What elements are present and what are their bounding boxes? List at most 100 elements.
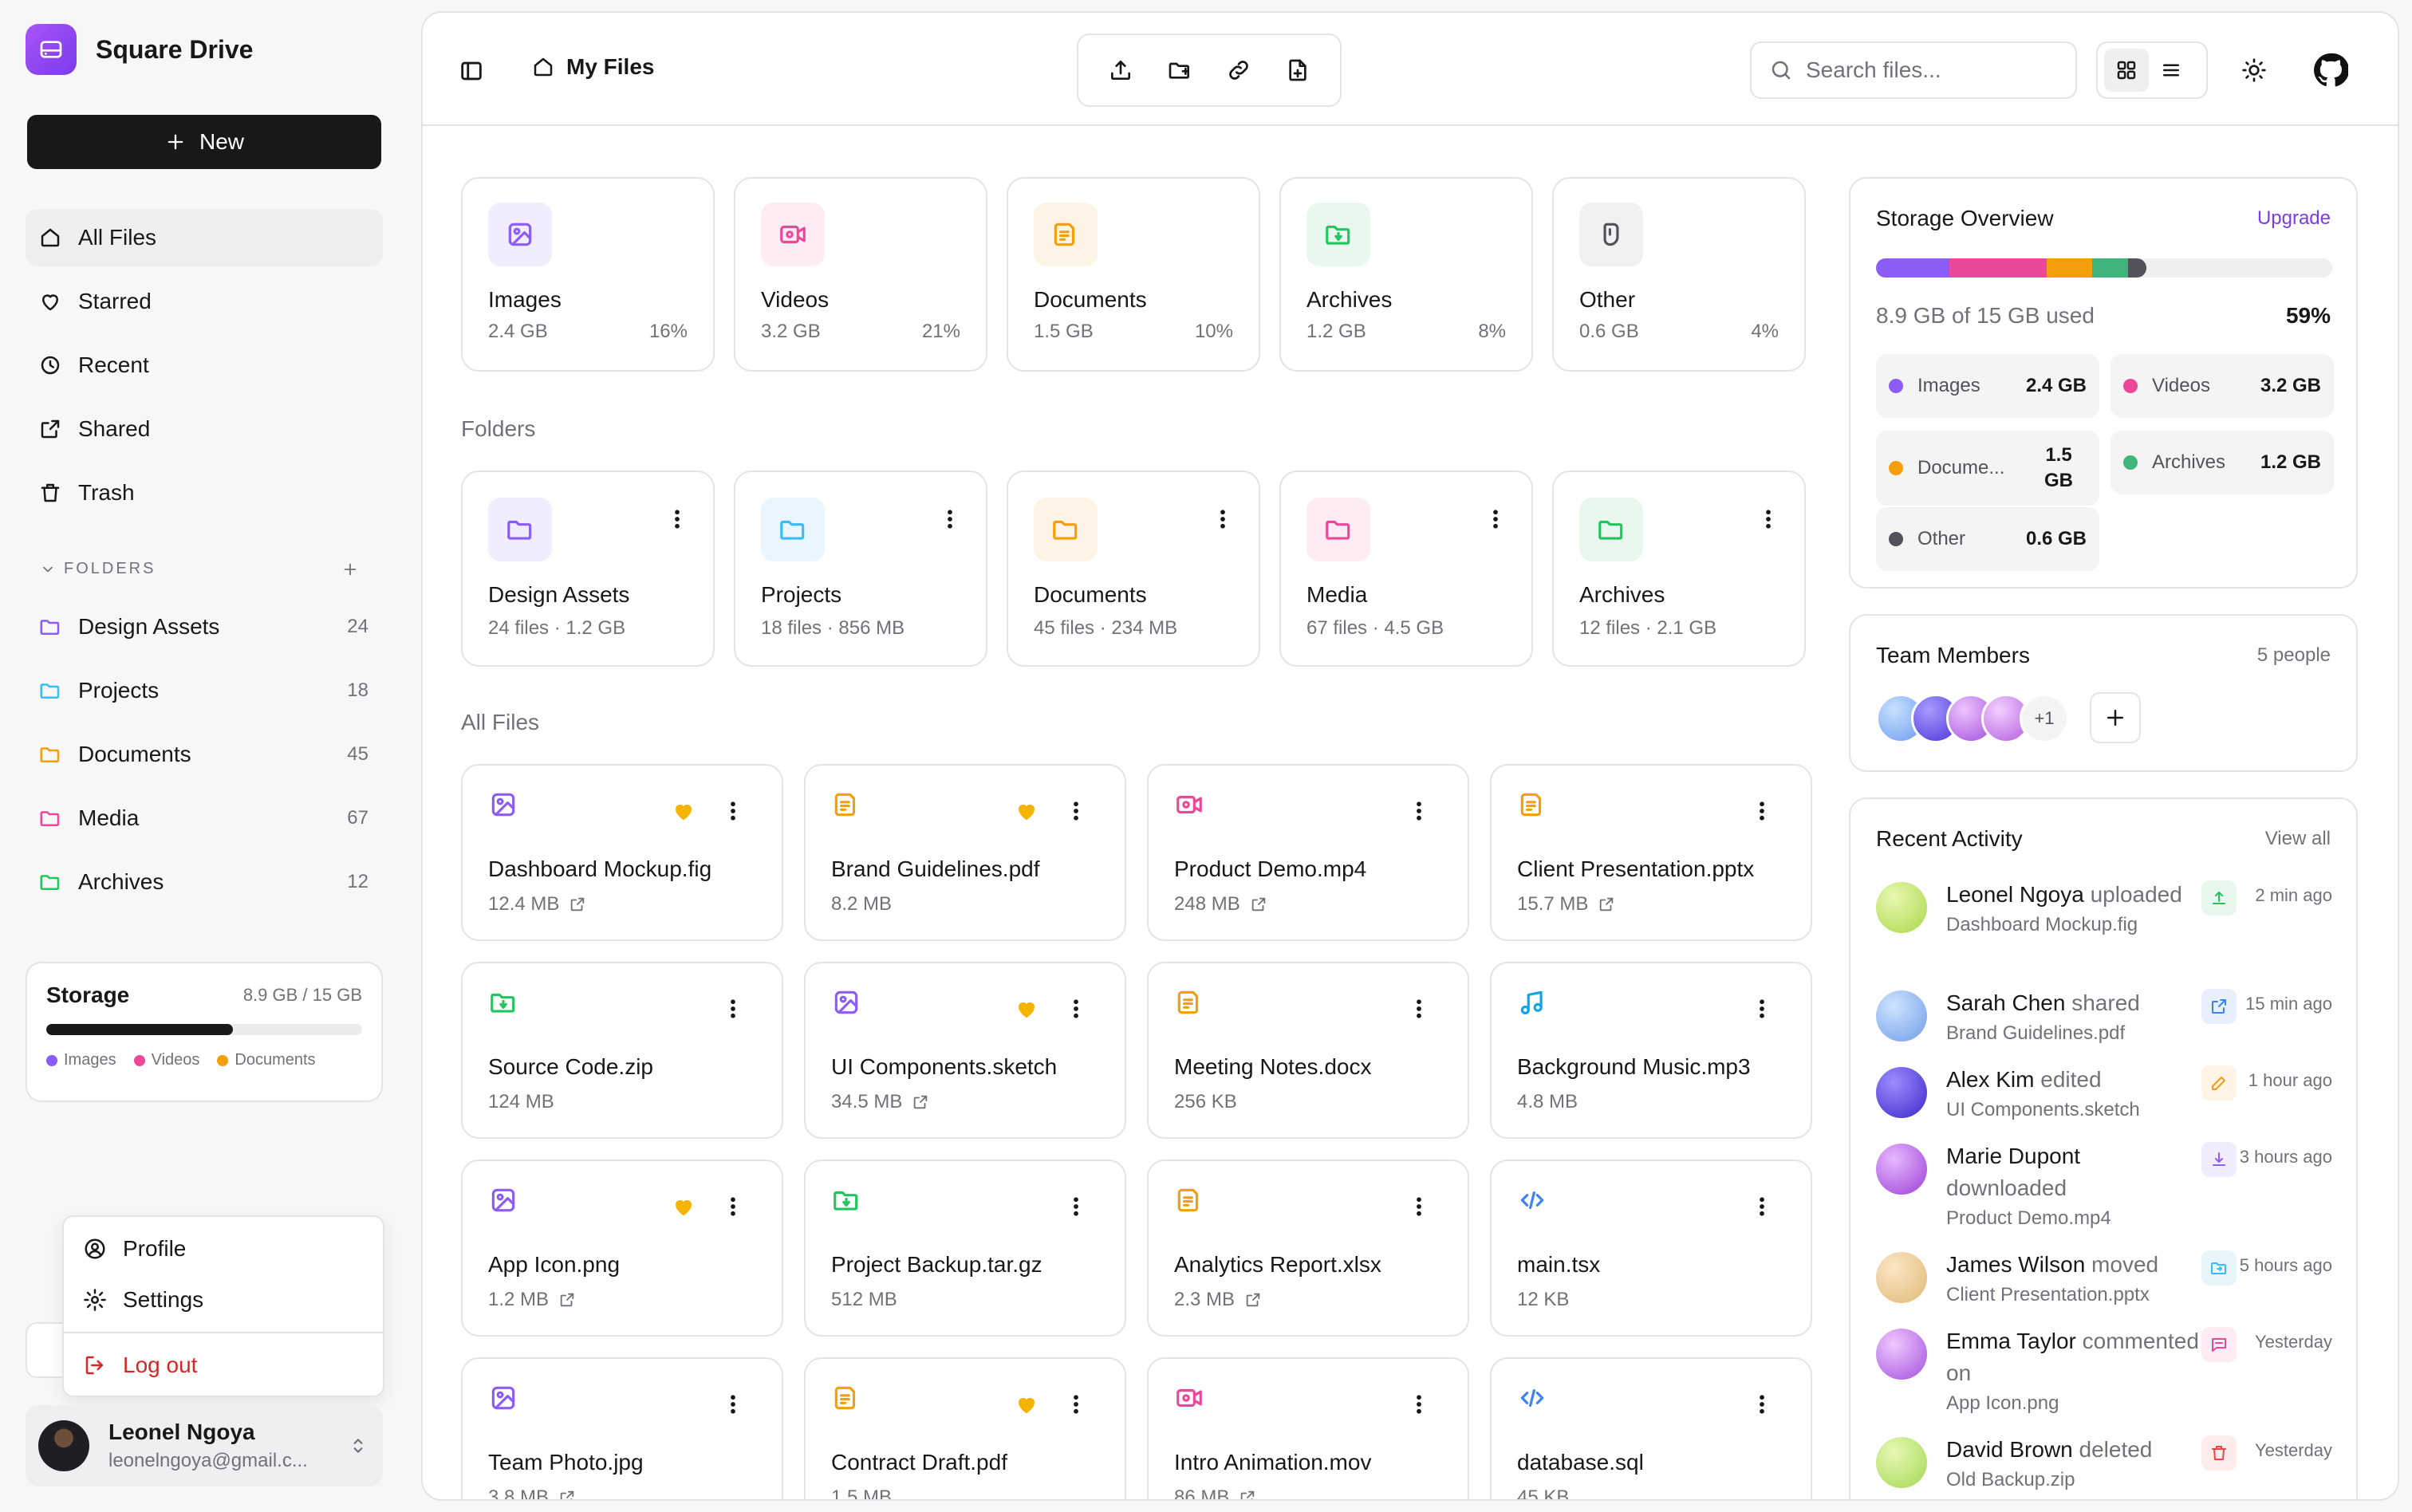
sidebar-item-recent[interactable]: Recent — [26, 337, 383, 394]
file-card[interactable]: UI Components.sketch 34.5 MB — [804, 962, 1126, 1139]
starred-heart-icon[interactable] — [1015, 997, 1038, 1021]
category-card-documents[interactable]: Documents 1.5 GB 10% — [1007, 177, 1260, 372]
more-options-icon[interactable] — [1407, 1195, 1431, 1219]
avatar — [1876, 1144, 1927, 1195]
more-options-icon[interactable] — [938, 507, 962, 531]
file-card[interactable]: database.sql 45 KB — [1490, 1357, 1812, 1499]
breadcrumb-label: My Files — [566, 54, 655, 79]
more-options-icon[interactable] — [1750, 1195, 1774, 1219]
folder-card-archives[interactable]: Archives 12 files · 2.1 GB — [1552, 471, 1806, 667]
folder-card-design-assets[interactable]: Design Assets 24 files · 1.2 GB — [461, 471, 715, 667]
list-view-button[interactable] — [2149, 49, 2193, 92]
sidebar-item-trash[interactable]: Trash — [26, 464, 383, 522]
more-options-icon[interactable] — [1407, 799, 1431, 823]
file-card[interactable]: main.tsx 12 KB — [1490, 1160, 1812, 1337]
plus-icon[interactable] — [341, 561, 359, 578]
file-card[interactable]: Brand Guidelines.pdf 8.2 MB — [804, 764, 1126, 941]
starred-heart-icon[interactable] — [672, 799, 696, 823]
github-icon[interactable] — [2313, 53, 2348, 88]
file-card[interactable]: Client Presentation.pptx 15.7 MB — [1490, 764, 1812, 941]
sidebar-folder-archives[interactable]: Archives 12 — [26, 853, 383, 911]
folder-card-media[interactable]: Media 67 files · 4.5 GB — [1279, 471, 1533, 667]
more-options-icon[interactable] — [1750, 799, 1774, 823]
category-size: 1.2 GB — [1306, 321, 1366, 342]
storage-breakdown-bar — [1876, 258, 2332, 278]
sidebar-folder-media[interactable]: Media 67 — [26, 789, 383, 847]
folder-icon — [1326, 520, 1350, 540]
file-card[interactable]: Team Photo.jpg 3.8 MB — [461, 1357, 783, 1499]
menu-item-settings[interactable]: Settings — [64, 1274, 383, 1325]
folder-card-projects[interactable]: Projects 18 files · 856 MB — [734, 471, 987, 667]
add-member-button[interactable] — [2090, 692, 2141, 743]
sidebar-folder-documents[interactable]: Documents 45 — [26, 726, 383, 783]
folder-meta: 18 files · 856 MB — [761, 617, 905, 639]
category-card-videos[interactable]: Videos 3.2 GB 21% — [734, 177, 987, 372]
menu-item-profile[interactable]: Profile — [64, 1223, 383, 1274]
new-button[interactable]: New — [27, 115, 381, 169]
storage-segment — [2128, 258, 2147, 278]
file-size: 12.4 MB — [488, 893, 560, 915]
category-card-images[interactable]: Images 2.4 GB 16% — [461, 177, 715, 372]
more-options-icon[interactable] — [721, 799, 745, 823]
file-card[interactable]: Background Music.mp3 4.8 MB — [1490, 962, 1812, 1139]
more-options-icon[interactable] — [1407, 1392, 1431, 1416]
file-card[interactable]: App Icon.png 1.2 MB — [461, 1160, 783, 1337]
file-card[interactable]: Dashboard Mockup.fig 12.4 MB — [461, 764, 783, 941]
more-options-icon[interactable] — [1064, 1392, 1088, 1416]
file-name: Client Presentation.pptx — [1517, 856, 1755, 881]
sidebar-folder-design-assets[interactable]: Design Assets 24 — [26, 598, 383, 656]
avatar — [1876, 1067, 1927, 1118]
starred-heart-icon[interactable] — [672, 1195, 696, 1219]
activity-file: Client Presentation.pptx — [1946, 1284, 2150, 1305]
sun-icon[interactable] — [2241, 57, 2267, 83]
more-options-icon[interactable] — [1750, 1392, 1774, 1416]
file-meta: 15.7 MB — [1517, 893, 1615, 915]
view-all-link[interactable]: View all — [2265, 828, 2331, 850]
file-card[interactable]: Project Backup.tar.gz 512 MB — [804, 1160, 1126, 1337]
grid-view-button[interactable] — [2104, 49, 2149, 92]
upgrade-link[interactable]: Upgrade — [2257, 207, 2331, 230]
sidebar-item-all-files[interactable]: All Files — [26, 209, 383, 266]
starred-heart-icon[interactable] — [1015, 799, 1038, 823]
more-options-icon[interactable] — [1064, 799, 1088, 823]
file-card[interactable]: Intro Animation.mov 86 MB — [1147, 1357, 1469, 1499]
brand[interactable]: Square Drive — [26, 24, 253, 75]
more-options-icon[interactable] — [1064, 997, 1088, 1021]
more-options-icon[interactable] — [1750, 997, 1774, 1021]
file-card[interactable]: Source Code.zip 124 MB — [461, 962, 783, 1139]
more-options-icon[interactable] — [665, 507, 689, 531]
more-members-badge[interactable]: +1 — [2020, 694, 2069, 743]
more-options-icon[interactable] — [1484, 507, 1508, 531]
category-card-other[interactable]: Other 0.6 GB 4% — [1552, 177, 1806, 372]
folder-card-documents[interactable]: Documents 45 files · 234 MB — [1007, 471, 1260, 667]
more-options-icon[interactable] — [1211, 507, 1235, 531]
file-card[interactable]: Analytics Report.xlsx 2.3 MB — [1147, 1160, 1469, 1337]
sidebar-toggle-icon[interactable] — [458, 57, 485, 85]
sidebar-item-shared[interactable]: Shared — [26, 400, 383, 458]
videos-category-icon — [780, 225, 806, 244]
file-card[interactable]: Meeting Notes.docx 256 KB — [1147, 962, 1469, 1139]
search-box[interactable] — [1750, 41, 2077, 99]
sidebar-item-starred[interactable]: Starred — [26, 273, 383, 330]
folders-heading[interactable]: FOLDERS — [40, 560, 367, 578]
sidebar-folder-projects[interactable]: Projects 18 — [26, 662, 383, 719]
more-options-icon[interactable] — [1756, 507, 1780, 531]
more-options-icon[interactable] — [721, 1392, 745, 1416]
more-options-icon[interactable] — [721, 1195, 745, 1219]
new-file-icon[interactable] — [1285, 57, 1310, 83]
category-card-archives[interactable]: Archives 1.2 GB 8% — [1279, 177, 1533, 372]
menu-item-logout[interactable]: Log out — [64, 1340, 383, 1391]
upload-icon[interactable] — [1108, 57, 1133, 83]
user-account-button[interactable]: Leonel Ngoya leonelngoya@gmail.c... — [26, 1405, 383, 1486]
link-icon[interactable] — [1226, 57, 1251, 83]
file-card[interactable]: Contract Draft.pdf 1.5 MB — [804, 1357, 1126, 1499]
video-file-icon — [1176, 1388, 1202, 1408]
starred-heart-icon[interactable] — [1015, 1392, 1038, 1416]
more-options-icon[interactable] — [721, 997, 745, 1021]
more-options-icon[interactable] — [1064, 1195, 1088, 1219]
breadcrumb[interactable]: My Files — [531, 54, 654, 80]
file-card[interactable]: Product Demo.mp4 248 MB — [1147, 764, 1469, 941]
more-options-icon[interactable] — [1407, 997, 1431, 1021]
new-folder-icon[interactable] — [1167, 57, 1192, 83]
search-input[interactable] — [1806, 57, 2061, 83]
